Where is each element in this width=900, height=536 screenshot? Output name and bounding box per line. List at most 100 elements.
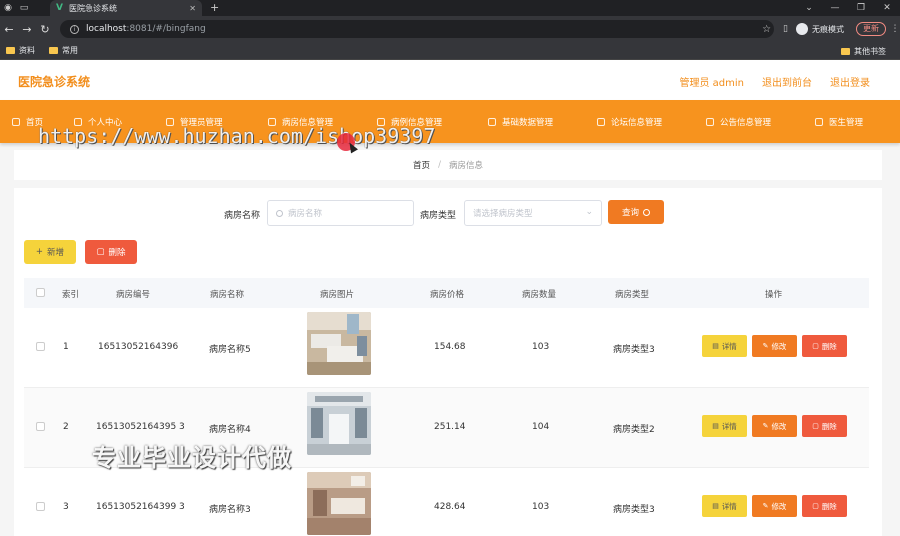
nav-forum[interactable]: 论坛信息管理 bbox=[597, 116, 662, 128]
detail-button[interactable]: ▤ 详情 bbox=[702, 415, 747, 437]
cell-name: 病房名称4 bbox=[209, 425, 251, 435]
side-panel-icon[interactable]: ▯ bbox=[783, 24, 788, 34]
add-button[interactable]: + 新增 bbox=[24, 240, 76, 264]
browser-menu-icon[interactable]: ◉ bbox=[0, 0, 16, 16]
query-button[interactable]: 查询 bbox=[608, 200, 664, 224]
bookmark-folder-1[interactable]: 常用 bbox=[49, 45, 78, 56]
cell-index: 3 bbox=[63, 502, 69, 512]
frontend-link[interactable]: 退出到前台 bbox=[762, 74, 812, 89]
doc-icon: ▤ bbox=[712, 422, 719, 430]
batch-delete-button[interactable]: ▢ 删除 bbox=[85, 240, 137, 264]
nav-notice[interactable]: 公告信息管理 bbox=[706, 116, 771, 128]
incognito-profile[interactable]: 无痕模式 bbox=[796, 23, 844, 35]
type-label: 病房类型 bbox=[420, 211, 457, 221]
edit-button[interactable]: ✎ 修改 bbox=[752, 495, 797, 517]
cell-code: 16513052164395 3 bbox=[96, 422, 185, 432]
cell-price: 251.14 bbox=[434, 422, 466, 432]
col-actions: 操作 bbox=[765, 290, 783, 300]
minimize-icon[interactable]: — bbox=[822, 0, 848, 16]
doctor-icon bbox=[815, 118, 823, 126]
bookmark-folder-0[interactable]: 资料 bbox=[6, 45, 35, 56]
database-icon bbox=[488, 118, 496, 126]
ward-icon bbox=[268, 118, 276, 126]
cell-type: 病房类型3 bbox=[613, 345, 655, 355]
chevron-down-icon: ⌄ bbox=[585, 207, 593, 217]
table-header: 索引 病房编号 病房名称 病房图片 病房价格 病房数量 病房类型 操作 bbox=[24, 278, 869, 308]
breadcrumb: 首页 / 病房信息 bbox=[14, 150, 882, 180]
restore-icon[interactable]: ❐ bbox=[848, 0, 874, 16]
user-icon bbox=[74, 118, 82, 126]
incognito-icon bbox=[796, 23, 808, 35]
other-bookmarks[interactable]: 其他书签 bbox=[841, 46, 886, 57]
table-row: 1 16513052164396 病房名称5 154.68 103 病房类型3 … bbox=[24, 308, 869, 388]
select-all-checkbox[interactable] bbox=[36, 288, 45, 297]
name-placeholder: 病房名称 bbox=[288, 209, 323, 219]
nav-profile[interactable]: 个人中心 bbox=[74, 116, 122, 128]
col-count: 病房数量 bbox=[522, 290, 557, 300]
table-row: 2 16513052164395 3 病房名称4 251.14 104 病房类型… bbox=[24, 388, 869, 468]
info-icon[interactable]: i bbox=[70, 24, 79, 34]
type-select[interactable]: 请选择病房类型 ⌄ bbox=[464, 200, 602, 226]
nav-home[interactable]: 首页 bbox=[12, 116, 43, 128]
nav-doctor[interactable]: 医生管理 bbox=[815, 116, 863, 128]
reload-icon[interactable]: ↻ bbox=[36, 23, 54, 36]
col-name: 病房名称 bbox=[210, 290, 245, 300]
bookmarks-bar: 资料 常用 其他书签 bbox=[0, 42, 900, 60]
tab-overview-icon[interactable]: ▭ bbox=[16, 0, 32, 16]
bookmark-star-icon[interactable]: ☆ bbox=[762, 24, 771, 35]
edit-button[interactable]: ✎ 修改 bbox=[752, 335, 797, 357]
case-icon bbox=[377, 118, 385, 126]
back-icon[interactable]: ← bbox=[0, 23, 18, 36]
close-window-icon[interactable]: ✕ bbox=[874, 0, 900, 16]
row-checkbox[interactable] bbox=[36, 422, 45, 431]
delete-button[interactable]: ▢ 删除 bbox=[802, 495, 847, 517]
delete-button[interactable]: ▢ 删除 bbox=[802, 415, 847, 437]
breadcrumb-current: 病房信息 bbox=[448, 161, 483, 171]
chevron-down-icon[interactable]: ⌄ bbox=[796, 0, 822, 16]
nav-admin[interactable]: 管理员管理 bbox=[166, 116, 223, 128]
logout-link[interactable]: 退出登录 bbox=[830, 74, 870, 89]
col-type: 病房类型 bbox=[615, 290, 650, 300]
app-title: 医院急诊系统 bbox=[18, 75, 91, 89]
nav-case[interactable]: 病例信息管理 bbox=[377, 116, 442, 128]
breadcrumb-home[interactable]: 首页 bbox=[413, 159, 430, 171]
close-icon[interactable]: ✕ bbox=[189, 4, 196, 13]
col-price: 病房价格 bbox=[430, 290, 465, 300]
name-search-input[interactable]: 病房名称 bbox=[267, 200, 414, 226]
home-icon bbox=[12, 118, 20, 126]
col-code: 病房编号 bbox=[116, 290, 151, 300]
forward-icon[interactable]: → bbox=[18, 23, 36, 36]
browser-tab[interactable]: V 医院急诊系统 ✕ bbox=[50, 0, 202, 16]
main-nav: 首页 个人中心 管理员管理 病房信息管理 病例信息管理 基础数据管理 论坛信息管… bbox=[0, 100, 900, 143]
col-index: 索引 bbox=[62, 290, 80, 300]
cell-count: 103 bbox=[532, 502, 550, 512]
detail-button[interactable]: ▤ 详情 bbox=[702, 335, 747, 357]
ward-image bbox=[307, 392, 371, 455]
folder-icon bbox=[49, 47, 58, 54]
url-input[interactable]: i localhost:8081/#/bingfang bbox=[60, 20, 774, 38]
row-checkbox[interactable] bbox=[36, 342, 45, 351]
cell-index: 1 bbox=[63, 342, 69, 352]
doc-icon: ▤ bbox=[712, 342, 719, 350]
col-image: 病房图片 bbox=[320, 290, 355, 300]
kebab-menu-icon[interactable]: ⋮ bbox=[890, 24, 900, 34]
cell-code: 16513052164399 3 bbox=[96, 502, 185, 512]
window-controls: ⌄ — ❐ ✕ bbox=[796, 0, 900, 16]
nav-basedata[interactable]: 基础数据管理 bbox=[488, 116, 553, 128]
plus-icon: + bbox=[35, 247, 44, 257]
browser-tabbar: ◉ ▭ V 医院急诊系统 ✕ + ⌄ — ❐ ✕ bbox=[0, 0, 900, 16]
cell-type: 病房类型3 bbox=[613, 505, 655, 515]
cell-type: 病房类型2 bbox=[613, 425, 655, 435]
browser-addressbar: ← → ↻ i localhost:8081/#/bingfang ☆ ▯ 无痕… bbox=[0, 16, 900, 42]
edit-button[interactable]: ✎ 修改 bbox=[752, 415, 797, 437]
nav-ward[interactable]: 病房信息管理 bbox=[268, 116, 333, 128]
update-button[interactable]: 更新 bbox=[856, 22, 886, 36]
cell-count: 104 bbox=[532, 422, 550, 432]
delete-button[interactable]: ▢ 删除 bbox=[802, 335, 847, 357]
app-header: 医院急诊系统 管理员 admin 退出到前台 退出登录 bbox=[0, 60, 900, 100]
new-tab-icon[interactable]: + bbox=[210, 0, 219, 16]
detail-button[interactable]: ▤ 详情 bbox=[702, 495, 747, 517]
trash-icon: ▢ bbox=[812, 422, 819, 430]
row-checkbox[interactable] bbox=[36, 502, 45, 511]
cell-count: 103 bbox=[532, 342, 550, 352]
